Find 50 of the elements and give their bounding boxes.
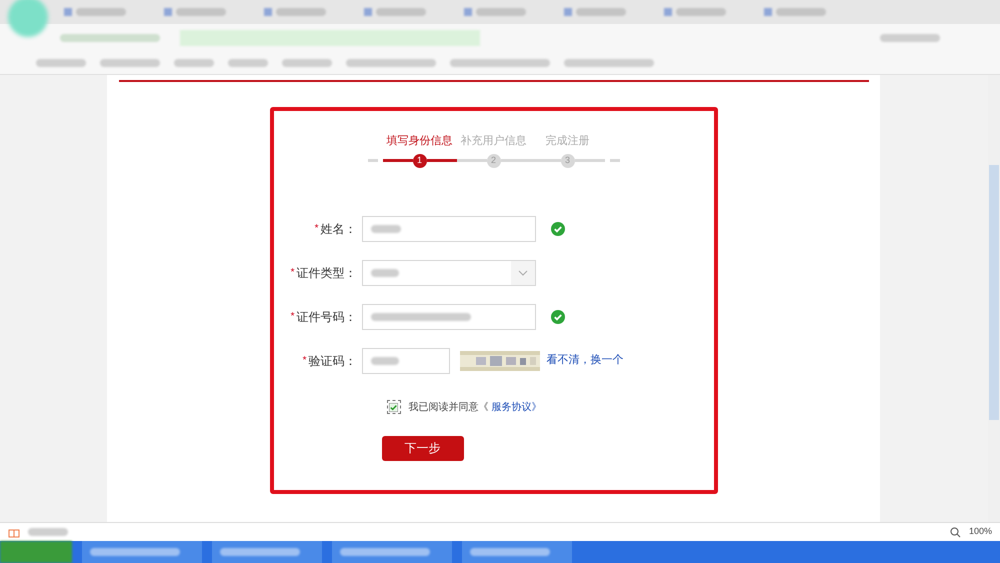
required-asterisk: *: [290, 266, 294, 280]
input-field[interactable]: [362, 304, 536, 330]
step-label: 完成注册: [544, 134, 590, 149]
zoom-level[interactable]: 100%: [968, 525, 992, 539]
step-label: 填写身份信息: [386, 134, 454, 149]
blurred-text: [476, 8, 526, 16]
step-number: 3: [560, 154, 574, 168]
step-number: 1: [412, 154, 426, 168]
taskbar-item[interactable]: [82, 541, 202, 563]
field-label: 验证码：: [308, 352, 356, 370]
redacted-value: [370, 224, 400, 232]
blurred-text: [676, 8, 726, 16]
blurred-text: [174, 59, 214, 67]
field-label: 证件号码：: [296, 308, 356, 326]
blurred-text: [776, 8, 826, 16]
required-asterisk: *: [302, 354, 306, 368]
chevron-down-icon: [518, 270, 528, 276]
blurred-text: [76, 8, 126, 16]
blurred-text: [228, 59, 268, 67]
refresh-captcha-link[interactable]: 看不清，换一个: [546, 352, 624, 369]
input-field[interactable]: [362, 348, 450, 374]
required-asterisk: *: [314, 222, 318, 236]
required-asterisk: *: [290, 310, 294, 324]
terms-link[interactable]: 服务协议》: [492, 400, 542, 414]
field-label: 证件类型：: [296, 264, 356, 282]
step-label: 补充用户信息: [460, 134, 528, 149]
url-field[interactable]: [180, 30, 480, 46]
next-button[interactable]: 下一步: [382, 436, 464, 460]
search-icon[interactable]: [950, 526, 961, 538]
taskbar-item[interactable]: [212, 541, 322, 563]
blurred-text: [28, 528, 68, 536]
blurred-text: [282, 59, 332, 67]
blurred-text: [576, 8, 626, 16]
start-button[interactable]: [0, 541, 72, 563]
blurred-text: [880, 34, 940, 42]
input-field[interactable]: [362, 216, 536, 242]
checkbox[interactable]: [386, 400, 400, 414]
taskbar-item[interactable]: [332, 541, 452, 563]
agreement-text: 我已阅读并同意《: [408, 400, 488, 414]
step-number: 2: [486, 154, 500, 168]
select-field[interactable]: [362, 260, 536, 286]
blurred-text: [100, 59, 160, 67]
taskbar-item[interactable]: [462, 541, 572, 563]
blurred-text: [36, 59, 86, 67]
blurred-text: [376, 8, 426, 16]
blurred-text: [276, 8, 326, 16]
redacted-value: [370, 356, 398, 364]
field-label: 姓名：: [320, 220, 356, 238]
redacted-value: [370, 268, 398, 276]
blurred-text: [176, 8, 226, 16]
